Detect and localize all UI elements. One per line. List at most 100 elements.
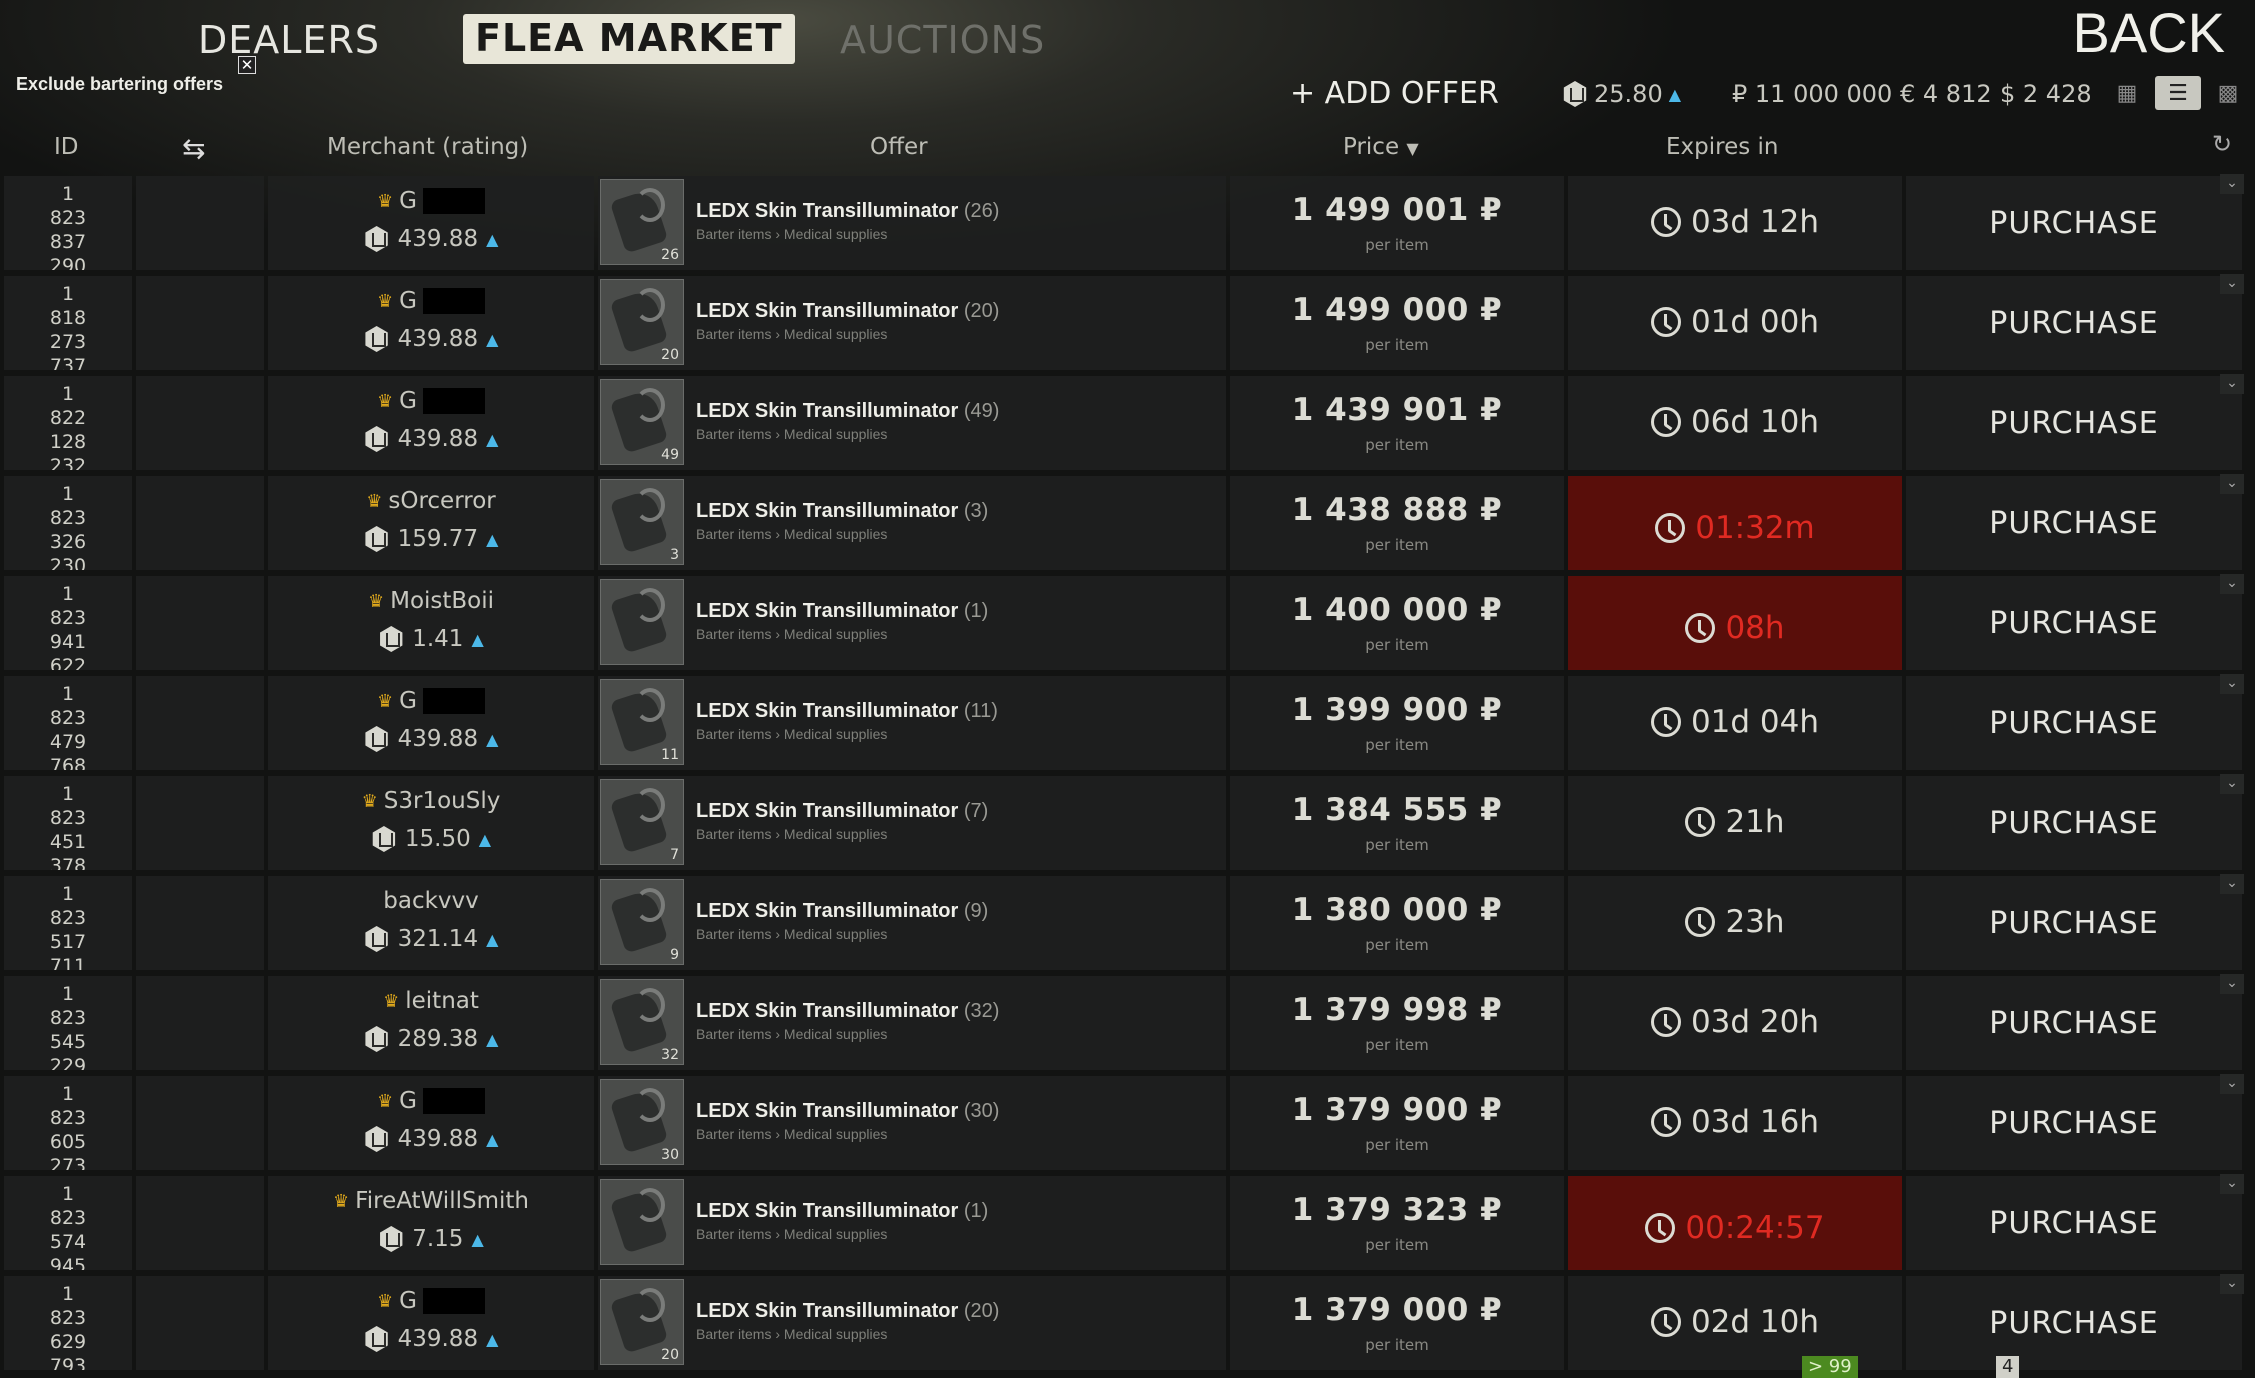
merchant-cell[interactable]: ♛ S3r1ouSly 15.50 ▲: [268, 776, 594, 870]
exclude-bartering-checkbox[interactable]: ✕: [238, 56, 256, 74]
offer-cell[interactable]: LEDX Skin Transilluminator (1) Barter ite…: [598, 576, 1226, 670]
item-thumbnail[interactable]: 26: [600, 179, 684, 265]
item-name[interactable]: LEDX Skin Transilluminator (20): [696, 300, 999, 323]
chevron-down-icon[interactable]: ⌄: [2220, 1174, 2244, 1194]
purchase-button[interactable]: PURCHASE: [1906, 606, 2242, 641]
item-thumbnail[interactable]: 20: [600, 279, 684, 365]
purchase-button[interactable]: PURCHASE: [1906, 1106, 2242, 1141]
purchase-button[interactable]: PURCHASE: [1906, 1006, 2242, 1041]
merchant-name[interactable]: backvvv: [268, 888, 594, 914]
column-id[interactable]: ID: [54, 134, 79, 160]
column-offer[interactable]: Offer: [870, 134, 928, 160]
merchant-cell[interactable]: ♛ FireAtWillSmith 7.15 ▲: [268, 1176, 594, 1270]
item-thumbnail[interactable]: [600, 579, 684, 665]
offer-cell[interactable]: 30 LEDX Skin Transilluminator (30) Barter …: [598, 1076, 1226, 1170]
item-thumbnail[interactable]: 49: [600, 379, 684, 465]
merchant-name[interactable]: ♛ G: [268, 1288, 594, 1314]
merchant-name[interactable]: ♛ G: [268, 288, 594, 314]
purchase-cell[interactable]: PURCHASE ⌄: [1906, 1174, 2244, 1270]
item-thumbnail[interactable]: 3: [600, 479, 684, 565]
merchant-name[interactable]: ♛ G: [268, 1088, 594, 1114]
purchase-button[interactable]: PURCHASE: [1906, 306, 2242, 341]
purchase-button[interactable]: PURCHASE: [1906, 806, 2242, 841]
purchase-cell[interactable]: PURCHASE ⌄: [1906, 274, 2244, 370]
item-name[interactable]: LEDX Skin Transilluminator (7): [696, 800, 988, 823]
merchant-cell[interactable]: ♛ G 439.88 ▲: [268, 176, 594, 270]
item-name[interactable]: LEDX Skin Transilluminator (9): [696, 900, 988, 923]
tab-flea-market[interactable]: FLEA MARKET: [463, 14, 795, 64]
item-thumbnail[interactable]: 9: [600, 879, 684, 965]
purchase-cell[interactable]: PURCHASE ⌄: [1906, 474, 2244, 570]
purchase-cell[interactable]: PURCHASE ⌄: [1906, 774, 2244, 870]
purchase-button[interactable]: PURCHASE: [1906, 506, 2242, 541]
chevron-down-icon[interactable]: ⌄: [2220, 374, 2244, 394]
chevron-down-icon[interactable]: ⌄: [2220, 474, 2244, 494]
purchase-cell[interactable]: PURCHASE ⌄: [1906, 1074, 2244, 1170]
column-price[interactable]: Price ▼: [1343, 134, 1419, 160]
merchant-name[interactable]: ♛ G: [268, 688, 594, 714]
column-expires[interactable]: Expires in: [1666, 134, 1779, 160]
purchase-button[interactable]: PURCHASE: [1906, 206, 2242, 241]
tab-auctions[interactable]: AUCTIONS: [840, 18, 1045, 62]
small-grid-view-icon[interactable]: ▦: [2104, 76, 2150, 110]
item-thumbnail[interactable]: 7: [600, 779, 684, 865]
item-name[interactable]: LEDX Skin Transilluminator (20): [696, 1300, 999, 1323]
merchant-cell[interactable]: ♛ G 439.88 ▲: [268, 376, 594, 470]
item-thumbnail[interactable]: 30: [600, 1079, 684, 1165]
purchase-button[interactable]: PURCHASE: [1906, 406, 2242, 441]
back-button[interactable]: BACK: [2073, 0, 2226, 65]
offer-cell[interactable]: 7 LEDX Skin Transilluminator (7) Barter it…: [598, 776, 1226, 870]
merchant-cell[interactable]: backvvv 321.14 ▲: [268, 876, 594, 970]
purchase-cell[interactable]: PURCHASE ⌄: [1906, 874, 2244, 970]
purchase-cell[interactable]: PURCHASE ⌄: [1906, 574, 2244, 670]
offer-cell[interactable]: LEDX Skin Transilluminator (1) Barter ite…: [598, 1176, 1226, 1270]
merchant-cell[interactable]: ♛ G 439.88 ▲: [268, 1076, 594, 1170]
item-name[interactable]: LEDX Skin Transilluminator (30): [696, 1100, 999, 1123]
purchase-button[interactable]: PURCHASE: [1906, 1306, 2242, 1341]
item-name[interactable]: LEDX Skin Transilluminator (1): [696, 600, 988, 623]
purchase-cell[interactable]: PURCHASE ⌄: [1906, 974, 2244, 1070]
item-name[interactable]: LEDX Skin Transilluminator (49): [696, 400, 999, 423]
merchant-name[interactable]: ♛ MoistBoii: [268, 588, 594, 614]
offer-cell[interactable]: 11 LEDX Skin Transilluminator (11) Barter …: [598, 676, 1226, 770]
refresh-icon[interactable]: ↻: [2212, 130, 2240, 158]
chevron-down-icon[interactable]: ⌄: [2220, 574, 2244, 594]
large-grid-view-icon[interactable]: ▩: [2205, 76, 2251, 110]
purchase-cell[interactable]: PURCHASE ⌄: [1906, 374, 2244, 470]
item-thumbnail[interactable]: [600, 1179, 684, 1265]
merchant-name[interactable]: ♛ leitnat: [268, 988, 594, 1014]
chevron-down-icon[interactable]: ⌄: [2220, 274, 2244, 294]
merchant-cell[interactable]: ♛ MoistBoii 1.41 ▲: [268, 576, 594, 670]
list-view-icon[interactable]: ☰: [2155, 76, 2201, 110]
item-name[interactable]: LEDX Skin Transilluminator (32): [696, 1000, 999, 1023]
add-offer-button[interactable]: + ADD OFFER: [1290, 76, 1499, 111]
chevron-down-icon[interactable]: ⌄: [2220, 974, 2244, 994]
exclude-bartering-label[interactable]: Exclude bartering offers: [16, 74, 223, 95]
merchant-cell[interactable]: ♛ G 439.88 ▲: [268, 1276, 594, 1370]
offer-cell[interactable]: 9 LEDX Skin Transilluminator (9) Barter it…: [598, 876, 1226, 970]
merchant-cell[interactable]: ♛ sOrcerror 159.77 ▲: [268, 476, 594, 570]
purchase-button[interactable]: PURCHASE: [1906, 1206, 2242, 1241]
tab-dealers[interactable]: DEALERS: [198, 18, 380, 62]
purchase-cell[interactable]: PURCHASE ⌄: [1906, 1274, 2244, 1370]
purchase-cell[interactable]: PURCHASE ⌄: [1906, 174, 2244, 270]
offer-cell[interactable]: 20 LEDX Skin Transilluminator (20) Barter …: [598, 1276, 1226, 1370]
offer-cell[interactable]: 3 LEDX Skin Transilluminator (3) Barter it…: [598, 476, 1226, 570]
purchase-button[interactable]: PURCHASE: [1906, 906, 2242, 941]
chevron-down-icon[interactable]: ⌄: [2220, 774, 2244, 794]
column-merchant[interactable]: Merchant (rating): [327, 134, 528, 160]
chevron-down-icon[interactable]: ⌄: [2220, 1274, 2244, 1294]
chevron-down-icon[interactable]: ⌄: [2220, 874, 2244, 894]
merchant-name[interactable]: ♛ sOrcerror: [268, 488, 594, 514]
offer-cell[interactable]: 49 LEDX Skin Transilluminator (49) Barter …: [598, 376, 1226, 470]
chevron-down-icon[interactable]: ⌄: [2220, 1074, 2244, 1094]
chevron-down-icon[interactable]: ⌄: [2220, 674, 2244, 694]
merchant-cell[interactable]: ♛ leitnat 289.38 ▲: [268, 976, 594, 1070]
swap-icon[interactable]: ⇆: [182, 132, 205, 165]
merchant-cell[interactable]: ♛ G 439.88 ▲: [268, 276, 594, 370]
chevron-down-icon[interactable]: ⌄: [2220, 174, 2244, 194]
merchant-name[interactable]: ♛ S3r1ouSly: [268, 788, 594, 814]
offer-cell[interactable]: 26 LEDX Skin Transilluminator (26) Barter …: [598, 176, 1226, 270]
merchant-name[interactable]: ♛ FireAtWillSmith: [268, 1188, 594, 1214]
item-thumbnail[interactable]: 11: [600, 679, 684, 765]
